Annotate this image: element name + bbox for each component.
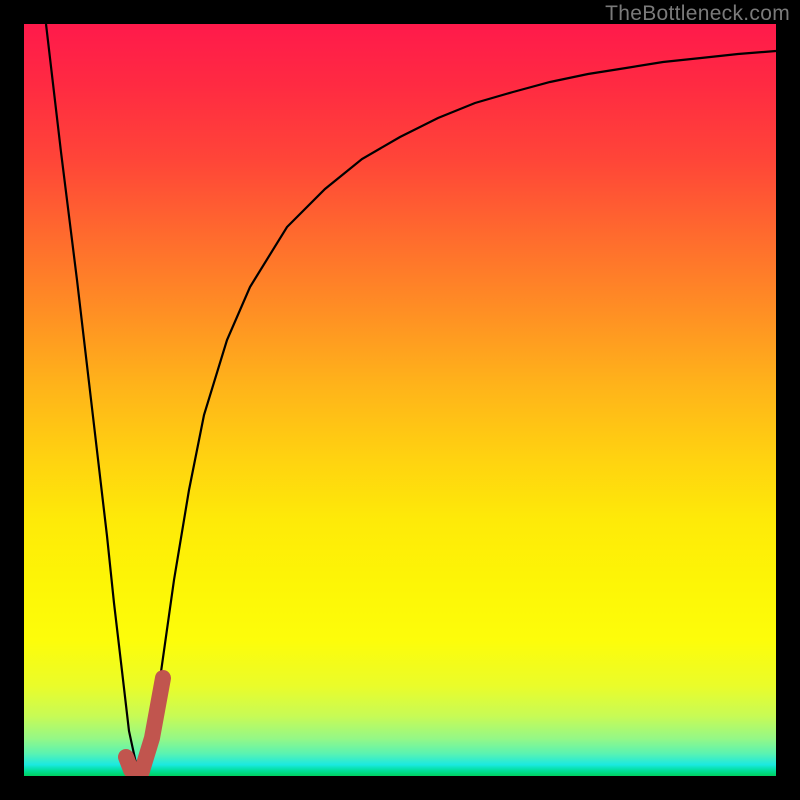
highlight-segment — [126, 678, 163, 774]
curve-layer — [24, 24, 776, 776]
bottleneck-curve — [46, 24, 776, 776]
plot-area — [24, 24, 776, 776]
chart-frame: TheBottleneck.com — [0, 0, 800, 800]
attribution-text: TheBottleneck.com — [605, 2, 790, 26]
